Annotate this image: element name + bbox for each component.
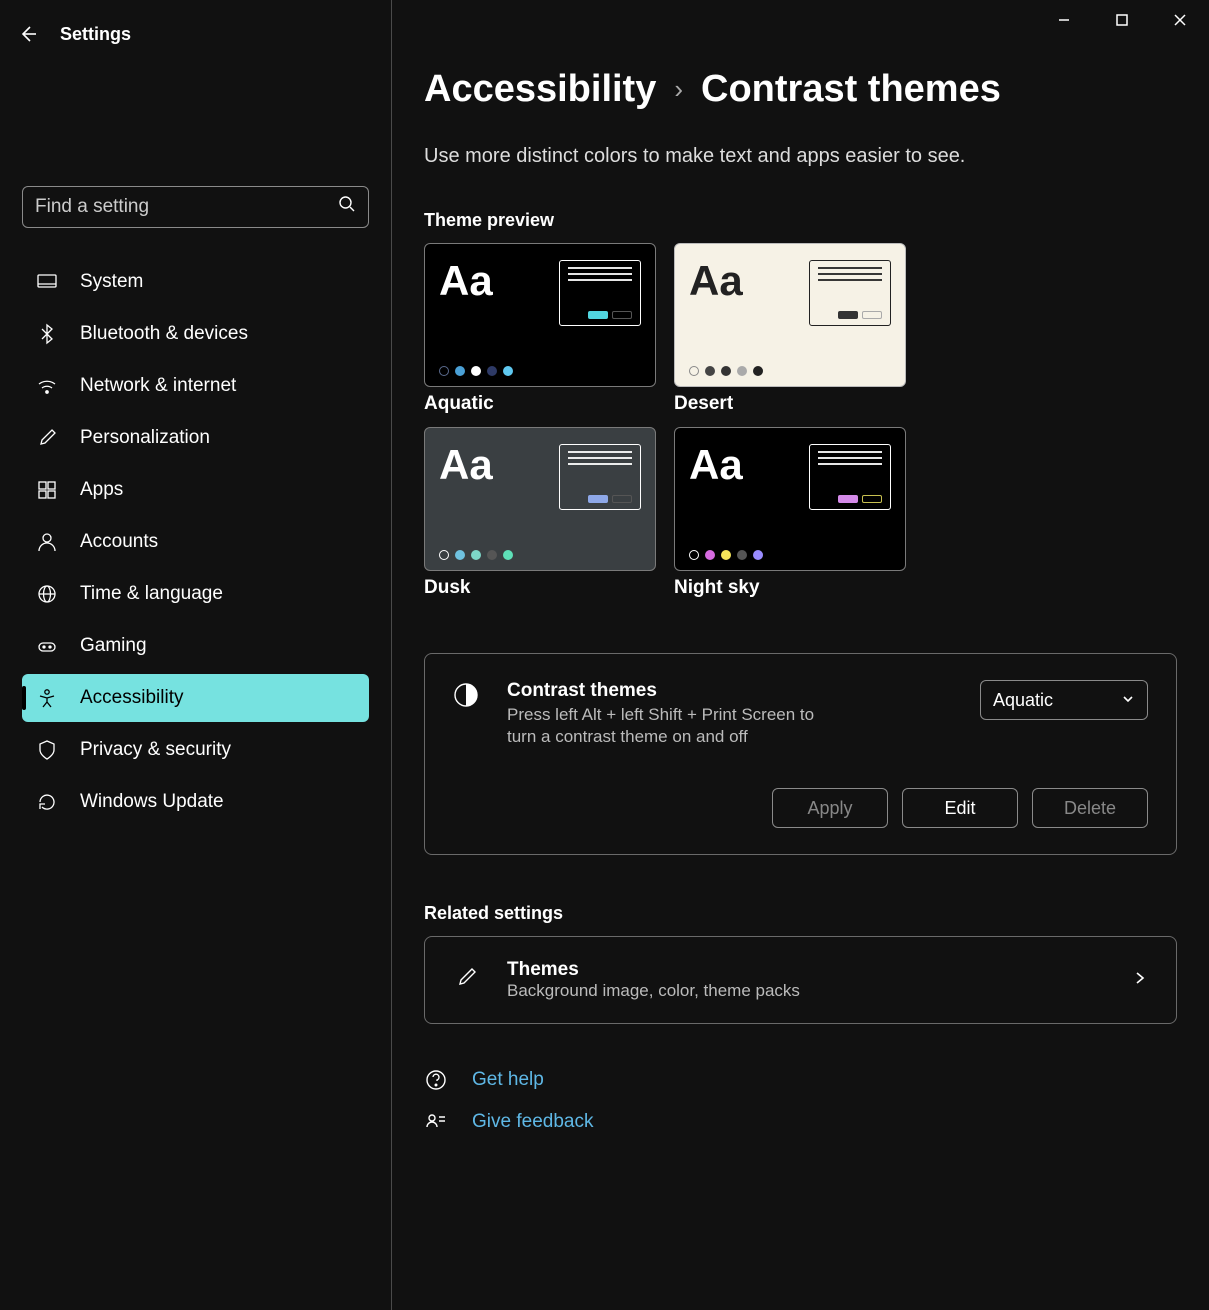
nav-item-personalization[interactable]: Personalization: [22, 414, 369, 462]
bluetooth-icon: [36, 323, 58, 345]
theme-preview-dusk[interactable]: AaDusk: [424, 427, 656, 599]
nav-item-label: Accounts: [80, 531, 158, 553]
back-button[interactable]: [16, 22, 40, 46]
nav-item-label: Privacy & security: [80, 739, 231, 761]
nav-item-label: Bluetooth & devices: [80, 323, 248, 345]
theme-label: Aquatic: [424, 393, 656, 415]
nav-item-time-language[interactable]: Time & language: [22, 570, 369, 618]
breadcrumb: Accessibility › Contrast themes: [424, 68, 1177, 111]
globe-icon: [36, 583, 58, 605]
nav-item-label: Accessibility: [80, 687, 183, 709]
delete-button[interactable]: Delete: [1032, 788, 1148, 828]
nav-item-label: Personalization: [80, 427, 210, 449]
brush-icon: [453, 965, 479, 996]
app-title: Settings: [60, 24, 131, 45]
page-subtitle: Use more distinct colors to make text an…: [424, 145, 1177, 168]
nav-item-label: Apps: [80, 479, 123, 501]
related-description: Background image, color, theme packs: [507, 981, 1104, 1001]
search-icon: [338, 195, 356, 219]
monitor-icon: [36, 271, 58, 293]
shield-icon: [36, 739, 58, 761]
theme-label: Desert: [674, 393, 906, 415]
nav-item-label: Network & internet: [80, 375, 236, 397]
update-icon: [36, 791, 58, 813]
nav-item-system[interactable]: System: [22, 258, 369, 306]
nav-item-windows-update[interactable]: Windows Update: [22, 778, 369, 826]
feedback-icon: [424, 1110, 448, 1134]
minimize-button[interactable]: [1035, 0, 1093, 40]
search-placeholder: Find a setting: [35, 196, 149, 218]
nav-item-privacy-security[interactable]: Privacy & security: [22, 726, 369, 774]
nav-item-accounts[interactable]: Accounts: [22, 518, 369, 566]
chevron-right-icon: [1132, 970, 1148, 991]
related-heading: Related settings: [424, 903, 1177, 924]
nav-item-apps[interactable]: Apps: [22, 466, 369, 514]
nav-item-label: Gaming: [80, 635, 147, 657]
nav-item-label: System: [80, 271, 143, 293]
search-input[interactable]: Find a setting: [22, 186, 369, 228]
gamepad-icon: [36, 635, 58, 657]
close-button[interactable]: [1151, 0, 1209, 40]
card-description: Press left Alt + left Shift + Print Scre…: [507, 704, 827, 748]
maximize-button[interactable]: [1093, 0, 1151, 40]
dropdown-value: Aquatic: [993, 690, 1053, 711]
related-themes-card[interactable]: Themes Background image, color, theme pa…: [424, 936, 1177, 1024]
chevron-down-icon: [1121, 690, 1135, 711]
chevron-right-icon: ›: [674, 74, 683, 105]
theme-preview-aquatic[interactable]: AaAquatic: [424, 243, 656, 415]
theme-preview-night-sky[interactable]: AaNight sky: [674, 427, 906, 599]
edit-button[interactable]: Edit: [902, 788, 1018, 828]
breadcrumb-parent[interactable]: Accessibility: [424, 68, 656, 111]
accessibility-icon: [36, 687, 58, 709]
theme-label: Night sky: [674, 577, 906, 599]
theme-preview-desert[interactable]: AaDesert: [674, 243, 906, 415]
brush-icon: [36, 427, 58, 449]
help-icon: [424, 1068, 448, 1092]
main-content: Accessibility › Contrast themes Use more…: [392, 0, 1209, 1310]
wifi-icon: [36, 375, 58, 397]
sidebar: Settings Find a setting System Bluetooth …: [0, 0, 392, 1310]
preview-heading: Theme preview: [424, 210, 1177, 231]
contrast-icon: [453, 682, 479, 708]
nav-item-bluetooth-devices[interactable]: Bluetooth & devices: [22, 310, 369, 358]
nav-item-label: Windows Update: [80, 791, 224, 813]
get-help-link[interactable]: Get help: [472, 1069, 544, 1091]
card-title: Contrast themes: [507, 680, 952, 702]
nav-list: System Bluetooth & devices Network & inter…: [0, 258, 391, 826]
apply-button[interactable]: Apply: [772, 788, 888, 828]
nav-item-label: Time & language: [80, 583, 223, 605]
nav-item-network-internet[interactable]: Network & internet: [22, 362, 369, 410]
theme-dropdown[interactable]: Aquatic: [980, 680, 1148, 720]
give-feedback-link[interactable]: Give feedback: [472, 1111, 593, 1133]
nav-item-gaming[interactable]: Gaming: [22, 622, 369, 670]
related-title: Themes: [507, 959, 1104, 981]
person-icon: [36, 531, 58, 553]
apps-icon: [36, 479, 58, 501]
nav-item-accessibility[interactable]: Accessibility: [22, 674, 369, 722]
contrast-themes-card: Contrast themes Press left Alt + left Sh…: [424, 653, 1177, 855]
theme-label: Dusk: [424, 577, 656, 599]
breadcrumb-current: Contrast themes: [701, 68, 1001, 111]
theme-preview-grid: AaAquaticAaDesertAaDuskAaNight sky: [424, 243, 1177, 599]
